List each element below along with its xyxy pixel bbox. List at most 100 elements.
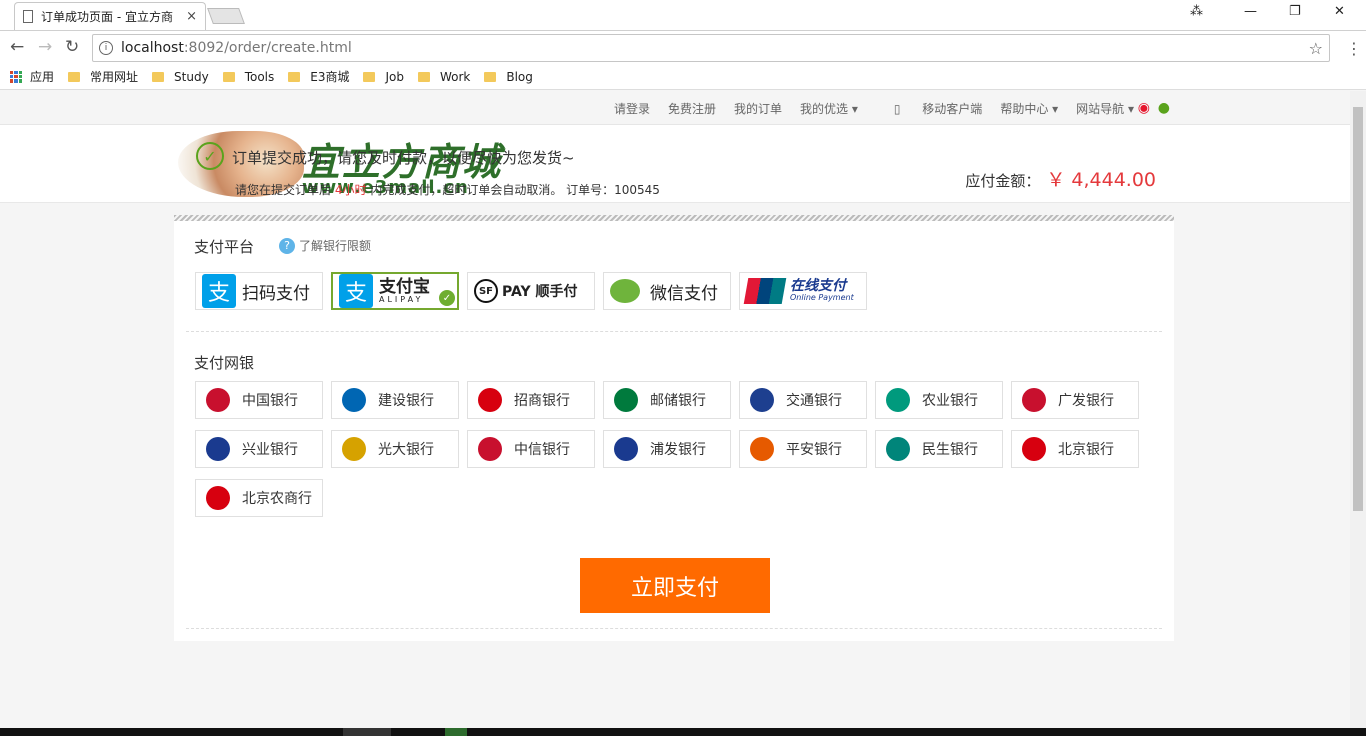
bank-logo-icon [886,388,910,412]
document-icon [23,10,33,23]
bank-label: 招商银行 [514,393,570,409]
platform-sf-pay[interactable]: SF PAY 顺手付 [467,272,595,310]
browser-toolbar: ← → ↻ i localhost:8092/order/create.html… [0,30,1366,64]
platform-label: 支付宝 [379,276,430,297]
platform-unionpay[interactable]: 在线支付 Online Payment [739,272,867,310]
platform-scan-pay[interactable]: 支 扫码支付 [195,272,323,310]
site-nav-menu[interactable]: 网站导航 ▾ [1076,100,1134,117]
question-icon: ? [279,237,295,254]
folder-icon [222,71,235,82]
url-host: localhost [121,40,184,56]
bank-option[interactable]: 农业银行 [875,381,1003,419]
menu-icon[interactable]: ⋮ [1346,39,1362,58]
site-topbar: 请登录 免费注册 我的订单 我的优选 ▾ ▯ 移动客户端 帮助中心 ▾ 网站导航… [0,91,1350,125]
bank-label: 广发银行 [1058,393,1114,409]
bank-logo-icon [206,486,230,510]
bookmark-star-icon[interactable]: ☆ [1309,39,1323,58]
my-picks-menu[interactable]: 我的优选 ▾ [800,100,858,117]
bank-option[interactable]: 中信银行 [467,430,595,468]
folder-icon [68,71,81,82]
bank-option[interactable]: 邮储银行 [603,381,731,419]
taskbar-item[interactable] [343,728,391,736]
address-bar[interactable]: i localhost:8092/order/create.html ☆ [92,34,1330,62]
restore-icon[interactable]: ❐ [1289,4,1301,19]
platform-label: 扫码支付 [242,283,310,304]
tab-close-icon[interactable]: × [186,9,197,24]
bank-label: 兴业银行 [242,442,298,458]
time-limit: 4小时 [334,183,367,197]
platform-alipay[interactable]: 支 支付宝 ALIPAY ✓ [331,272,459,310]
bank-option[interactable]: 浦发银行 [603,430,731,468]
subtitle-prefix: 请您在提交订单后 [235,183,332,197]
mobile-client-link[interactable]: ▯ 移动客户端 [876,100,982,117]
bookmark-label: 常用网址 [90,70,139,84]
platform-wechat-pay[interactable]: 微信支付 [603,272,731,310]
bank-option[interactable]: 北京农商行 [195,479,323,517]
unionpay-logo-icon [743,278,787,304]
bank-logo-icon [614,437,638,461]
register-link[interactable]: 免费注册 [668,100,716,117]
bookmark-label: Work [439,69,471,84]
alipay-logo-icon: 支 [339,274,373,308]
bank-option[interactable]: 北京银行 [1011,430,1139,468]
bookmark-label: 应用 [30,70,55,84]
new-tab-button[interactable] [207,8,245,24]
unionpay-wordmark: 在线支付 Online Payment [790,278,854,303]
amount-value: ￥ 4,444.00 [1046,169,1156,191]
minimize-icon[interactable]: — [1244,4,1257,19]
bookmark-folder[interactable]: 常用网址 [68,68,138,85]
my-orders-link[interactable]: 我的订单 [734,100,782,117]
wechat-logo-icon [610,279,640,303]
bank-logo-icon [206,437,230,461]
back-icon[interactable]: ← [10,37,24,57]
bookmark-label: E3商城 [310,70,350,84]
bank-logo-icon [1022,437,1046,461]
folder-icon [417,71,430,82]
bookmark-folder[interactable]: Study [152,70,209,84]
browser-tab[interactable]: 订单成功页面 - 宜立方商 × [14,2,206,30]
bookmark-folder[interactable]: Work [417,69,471,84]
weibo-icon[interactable]: ◉ [1138,100,1150,116]
bookmark-apps[interactable]: 应用 [10,68,54,85]
bookmarks-bar: 应用 常用网址 Study Tools E3商城 Job Work Blog [0,64,1366,90]
bank-option[interactable]: 交通银行 [739,381,867,419]
bank-option[interactable]: 中国银行 [195,381,323,419]
bank-label: 交通银行 [786,393,842,409]
bank-label: 民生银行 [922,442,978,458]
wechat-icon[interactable]: ● [1158,100,1170,116]
user-switch-icon[interactable]: ⁂ [1190,4,1203,19]
help-center-menu[interactable]: 帮助中心 ▾ [1000,100,1058,117]
bank-logo-icon [750,437,774,461]
bank-option[interactable]: 建设银行 [331,381,459,419]
bank-option[interactable]: 光大银行 [331,430,459,468]
os-taskbar [0,728,1366,736]
bank-label: 中国银行 [242,393,298,409]
top-nav: 请登录 免费注册 我的订单 我的优选 ▾ ▯ 移动客户端 帮助中心 ▾ 网站导航… [596,100,1134,117]
close-window-icon[interactable]: ✕ [1334,4,1345,19]
taskbar-item[interactable] [445,728,467,736]
platform-label: PAY 顺手付 [502,284,578,300]
scrollbar-thumb[interactable] [1353,107,1363,511]
bookmark-folder[interactable]: Blog [484,70,533,84]
pay-now-button[interactable]: 立即支付 [580,558,770,613]
bank-label: 光大银行 [378,442,434,458]
page-scrollbar[interactable] [1350,91,1366,728]
bookmark-folder[interactable]: E3商城 [288,68,349,85]
forward-icon[interactable]: → [38,37,52,57]
bookmark-folder[interactable]: Tools [222,70,274,84]
bank-logo-icon [342,388,366,412]
bank-option[interactable]: 民生银行 [875,430,1003,468]
bank-limit-help-link[interactable]: ? 了解银行限额 [279,237,371,254]
bank-option[interactable]: 平安银行 [739,430,867,468]
amount-label: 应付金额： [965,172,1041,190]
info-icon[interactable]: i [99,41,113,55]
bank-option[interactable]: 招商银行 [467,381,595,419]
bank-option[interactable]: 兴业银行 [195,430,323,468]
section-divider [186,331,1162,332]
bank-label: 浦发银行 [650,442,706,458]
bank-label: 北京银行 [1058,442,1114,458]
bank-option[interactable]: 广发银行 [1011,381,1139,419]
login-link[interactable]: 请登录 [614,100,650,117]
reload-icon[interactable]: ↻ [65,37,79,57]
bookmark-folder[interactable]: Job [363,70,404,84]
